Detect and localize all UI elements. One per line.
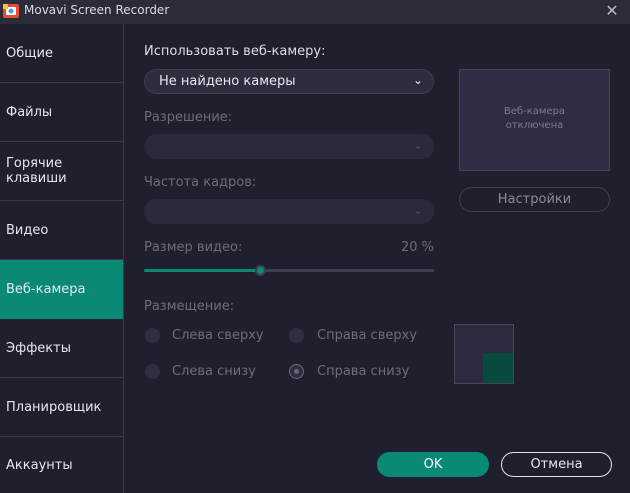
camera-select[interactable]: Не найдено камеры ⌄ <box>144 69 434 94</box>
radio-top-right[interactable] <box>289 328 304 343</box>
camera-select-value: Не найдено камеры <box>159 74 296 89</box>
chevron-down-icon: ⌄ <box>412 73 423 87</box>
window-title: Movavi Screen Recorder <box>24 3 170 17</box>
sidebar-item-label: Видео <box>6 222 49 238</box>
ok-button[interactable]: OK <box>377 452 489 477</box>
framerate-select[interactable]: ⌄ <box>144 199 434 224</box>
sidebar-item-label: Планировщик <box>6 399 102 415</box>
webcam-settings-button[interactable]: Настройки <box>459 187 610 212</box>
radio-top-left-label: Слева сверху <box>172 328 264 343</box>
sidebar-item-label: Общие <box>6 45 53 61</box>
sidebar-item-scheduler[interactable]: Планировщик <box>0 378 123 437</box>
cancel-button[interactable]: Отмена <box>501 452 612 477</box>
resolution-label: Разрешение: <box>144 110 233 125</box>
radio-bottom-left-label: Слева снизу <box>172 364 256 379</box>
framerate-label: Частота кадров: <box>144 175 257 190</box>
title-bar: Movavi Screen Recorder ✕ <box>0 0 630 24</box>
placement-preview <box>454 324 514 384</box>
sidebar-item-label: Горячие клавиши <box>6 156 67 186</box>
radio-top-left[interactable] <box>145 328 160 343</box>
sidebar-item-effects[interactable]: Эффекты <box>0 319 123 378</box>
sidebar-item-accounts[interactable]: Аккаунты <box>0 437 123 493</box>
chevron-down-icon: ⌄ <box>412 138 423 152</box>
resolution-select[interactable]: ⌄ <box>144 134 434 159</box>
radio-bottom-right-label: Справа снизу <box>317 364 410 379</box>
sidebar-item-webcam[interactable]: Веб-камера <box>0 260 123 319</box>
sidebar-item-files[interactable]: Файлы <box>0 83 123 142</box>
webcam-preview: Веб-камера отключена <box>459 69 610 171</box>
video-size-label: Размер видео: <box>144 240 243 255</box>
video-size-slider-handle[interactable] <box>255 265 266 276</box>
sidebar-item-hotkeys[interactable]: Горячие клавиши <box>0 142 123 201</box>
placement-preview-marker <box>483 353 513 383</box>
video-size-slider[interactable] <box>144 265 434 276</box>
radio-bottom-right[interactable] <box>289 364 304 379</box>
sidebar-item-general[interactable]: Общие <box>0 24 123 83</box>
sidebar-item-video[interactable]: Видео <box>0 201 123 260</box>
video-size-slider-fill <box>144 269 260 272</box>
radio-top-right-label: Справа сверху <box>317 328 418 343</box>
chevron-down-icon: ⌄ <box>412 203 423 217</box>
radio-bottom-left[interactable] <box>145 364 160 379</box>
webcam-preview-text: Веб-камера отключена <box>503 106 566 131</box>
sidebar-item-label: Аккаунты <box>6 457 73 473</box>
webcam-settings-panel: Использовать веб-камеру: Не найдено каме… <box>124 24 630 493</box>
app-icon <box>3 4 19 18</box>
video-size-value: 20 % <box>400 240 434 255</box>
placement-label: Размещение: <box>144 299 235 314</box>
settings-sidebar: Общие Файлы Горячие клавиши Видео Веб-ка… <box>0 24 124 493</box>
sidebar-item-label: Веб-камера <box>6 281 86 297</box>
sidebar-item-label: Файлы <box>6 104 53 120</box>
sidebar-item-label: Эффекты <box>6 340 71 356</box>
use-webcam-label: Использовать веб-камеру: <box>144 44 326 59</box>
close-icon[interactable]: ✕ <box>600 0 624 24</box>
